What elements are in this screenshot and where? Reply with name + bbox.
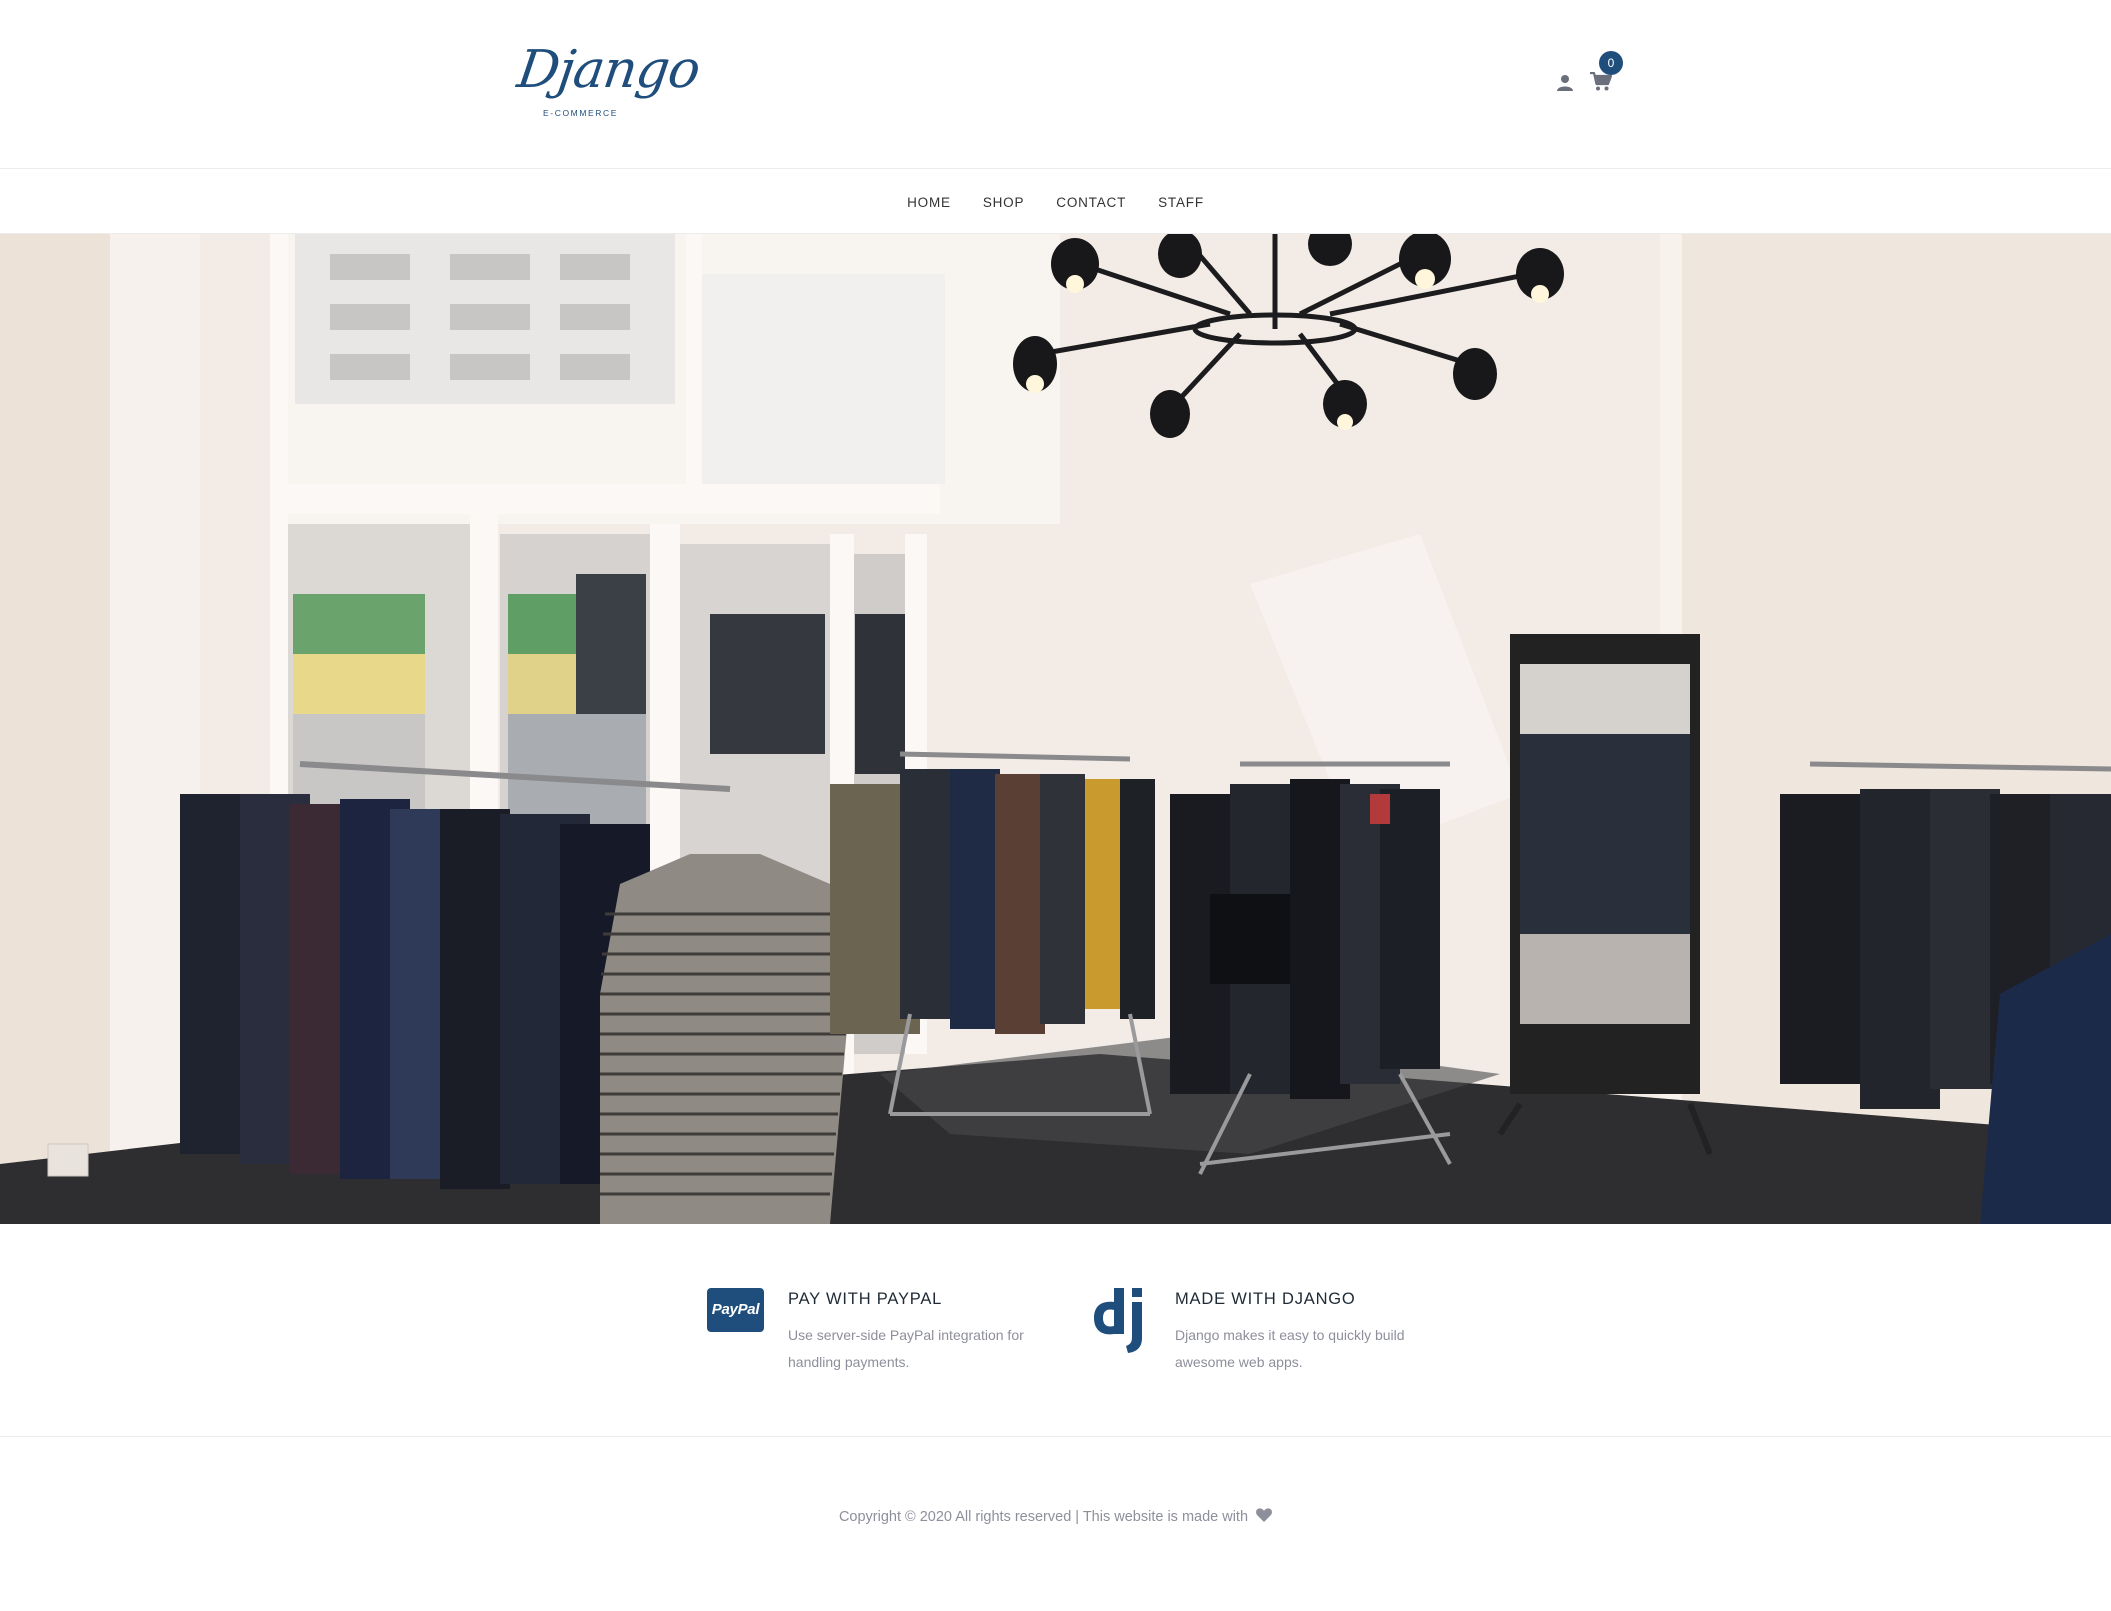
clothing-store-illustration [0, 234, 2111, 1224]
feature-title: MADE WITH DJANGO [1175, 1290, 1356, 1308]
feature-paypal: PayPal PAY WITH PAYPAL Use server-side P… [707, 1288, 1067, 1388]
cart-count-badge: 0 [1599, 51, 1623, 75]
copyright: Copyright © 2020 All rights reserved | T… [0, 1508, 2111, 1525]
cart-icon[interactable] [1590, 72, 1612, 92]
hero-image [0, 234, 2111, 1224]
feature-description: Django makes it easy to quickly build aw… [1175, 1327, 1405, 1370]
feature-title: PAY WITH PAYPAL [788, 1290, 943, 1308]
nav-item-shop[interactable]: SHOP [983, 195, 1024, 210]
nav-item-staff[interactable]: STAFF [1158, 195, 1204, 210]
site-footer: Copyright © 2020 All rights reserved | T… [0, 1438, 2111, 1611]
paypal-icon: PayPal [707, 1288, 764, 1332]
nav-list: HOME SHOP CONTACT STAFF [0, 170, 2111, 234]
header-icons: 0 [1556, 51, 1636, 102]
feature-description: Use server-side PayPal integration for h… [788, 1327, 1024, 1370]
copyright-text: Copyright © 2020 All rights reserved | T… [838, 1509, 1249, 1525]
heart-icon [1256, 1508, 1273, 1522]
user-icon[interactable] [1556, 74, 1574, 92]
features-section: PayPal PAY WITH PAYPAL Use server-side P… [0, 1224, 2111, 1437]
site-header: Django E-COMMERCE 0 [0, 0, 2111, 169]
feature-django: MADE WITH DJANGO Django makes it easy to… [1094, 1288, 1454, 1388]
logo-text: Django [513, 40, 704, 100]
nav-item-home[interactable]: HOME [907, 195, 951, 210]
django-icon [1094, 1288, 1142, 1353]
site-logo[interactable]: Django E-COMMERCE [514, 40, 703, 124]
logo-subtext: E-COMMERCE [543, 108, 619, 118]
main-navigation: HOME SHOP CONTACT STAFF [0, 170, 2111, 234]
nav-item-contact[interactable]: CONTACT [1056, 195, 1126, 210]
